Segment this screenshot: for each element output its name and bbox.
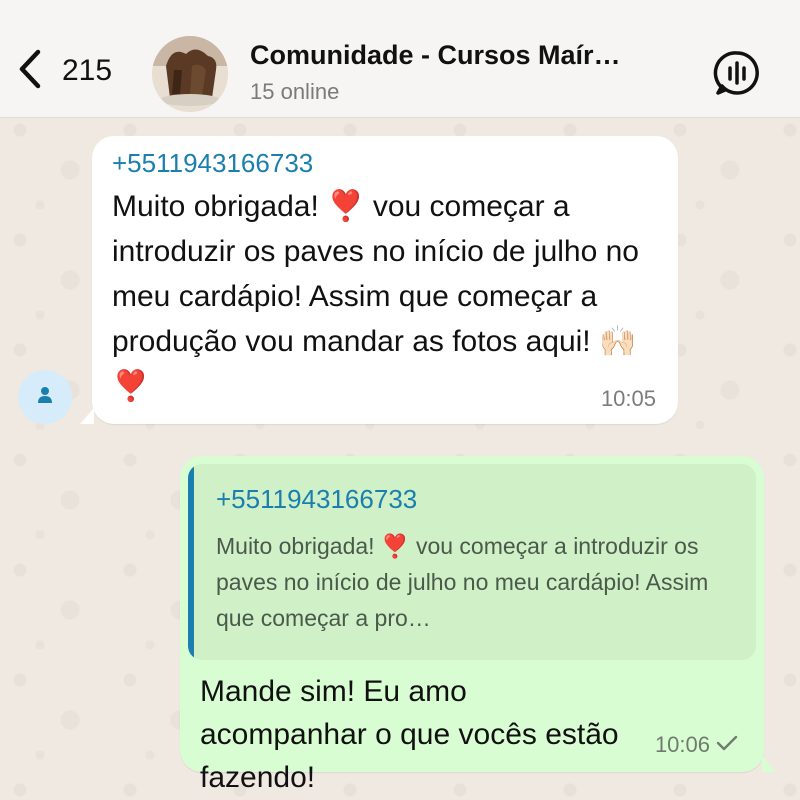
voice-chat-icon [712, 51, 762, 102]
chat-header: 215 Comunidade - Cursos Maír… 15 online [0, 0, 800, 118]
group-title: Comunidade - Cursos Maír… [250, 40, 621, 70]
message-text: Muito obrigada! ❣️ vou começar a introdu… [112, 190, 639, 403]
quote-accent-bar [188, 464, 194, 660]
message-text: Mande sim! Eu amo acompanhar o que vocês… [200, 675, 619, 794]
person-icon [35, 385, 55, 410]
message-time: 10:06 [654, 732, 710, 757]
quoted-sender: +5511943166733 [216, 484, 418, 514]
chat-title-block[interactable]: Comunidade - Cursos Maír… 15 online [250, 40, 670, 105]
online-status: 15 online [250, 79, 340, 104]
message-time: 10:05 [600, 386, 656, 411]
chevron-left-icon [14, 48, 48, 95]
quoted-text: Muito obrigada! ❣️ vou começar a introdu… [216, 533, 709, 631]
message-sender[interactable]: +5511943166733 [112, 148, 313, 179]
message-status: 10:06 [655, 732, 738, 758]
incoming-message-bubble[interactable]: +5511943166733 Muito obrigada! ❣️ vou co… [80, 136, 678, 424]
single-check-icon [710, 732, 738, 758]
back-button[interactable]: 215 [14, 48, 124, 94]
outgoing-message-bubble[interactable]: +5511943166733 Muito obrigada! ❣️ vou co… [180, 456, 776, 794]
sender-avatar[interactable] [18, 370, 72, 424]
group-avatar[interactable] [152, 36, 228, 112]
voice-chat-button[interactable] [712, 48, 762, 98]
unread-count: 215 [62, 54, 113, 87]
quoted-message[interactable]: +5511943166733 Muito obrigada! ❣️ vou co… [188, 464, 756, 660]
